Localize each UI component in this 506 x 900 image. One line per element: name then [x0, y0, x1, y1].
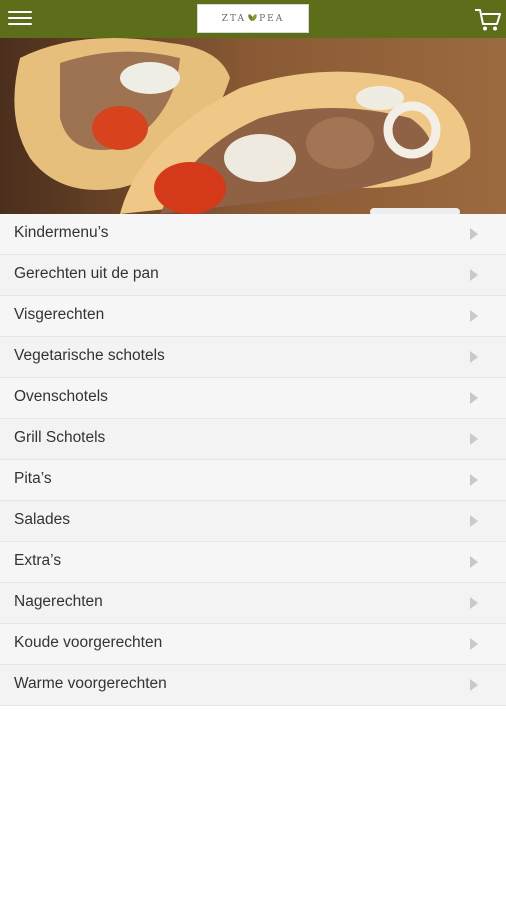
hero-image	[0, 38, 506, 214]
shopping-cart-icon[interactable]	[474, 7, 502, 33]
chevron-right-icon	[470, 228, 478, 240]
category-list: Kindermenu’s Gerechten uit de pan Visger…	[0, 214, 506, 706]
category-label: Grill Schotels	[14, 429, 106, 446]
gyros-pita-photo	[0, 38, 506, 214]
category-label: Warme voorgerechten	[14, 675, 167, 692]
chevron-right-icon	[470, 515, 478, 527]
list-item[interactable]: Gerechten uit de pan	[0, 255, 506, 296]
logo-text-right: PEA	[259, 13, 285, 24]
category-label: Koude voorgerechten	[14, 634, 163, 651]
list-item[interactable]: Extra’s	[0, 542, 506, 583]
category-label: Gerechten uit de pan	[14, 265, 159, 282]
list-item[interactable]: Nagerechten	[0, 583, 506, 624]
chevron-right-icon	[470, 597, 478, 609]
brand-logo[interactable]: ZTA PEA	[197, 4, 309, 33]
category-label: Pita’s	[14, 470, 52, 487]
category-label: Ovenschotels	[14, 388, 108, 405]
category-label: Vegetarische schotels	[14, 347, 165, 364]
chevron-right-icon	[470, 638, 478, 650]
list-item[interactable]: Pita’s	[0, 460, 506, 501]
list-item[interactable]: Visgerechten	[0, 296, 506, 337]
list-item[interactable]: Kindermenu’s	[0, 214, 506, 255]
olive-leaf-icon	[248, 14, 257, 21]
chevron-right-icon	[470, 474, 478, 486]
list-item[interactable]: Ovenschotels	[0, 378, 506, 419]
hamburger-menu-icon[interactable]	[8, 8, 32, 30]
category-label: Kindermenu’s	[14, 224, 109, 241]
list-item[interactable]: Vegetarische schotels	[0, 337, 506, 378]
chevron-right-icon	[470, 310, 478, 322]
category-label: Extra’s	[14, 552, 62, 569]
list-item[interactable]: Warme voorgerechten	[0, 665, 506, 706]
chevron-right-icon	[470, 269, 478, 281]
category-label: Visgerechten	[14, 306, 105, 323]
list-item[interactable]: Grill Schotels	[0, 419, 506, 460]
category-label: Nagerechten	[14, 593, 103, 610]
chevron-right-icon	[470, 679, 478, 691]
logo-text-left: ZTA	[221, 13, 247, 24]
list-item[interactable]: Koude voorgerechten	[0, 624, 506, 665]
chevron-right-icon	[470, 433, 478, 445]
chevron-right-icon	[470, 556, 478, 568]
category-label: Salades	[14, 511, 71, 528]
chevron-right-icon	[470, 351, 478, 363]
chevron-right-icon	[470, 392, 478, 404]
list-item[interactable]: Salades	[0, 501, 506, 542]
top-app-bar: ZTA PEA	[0, 0, 506, 38]
